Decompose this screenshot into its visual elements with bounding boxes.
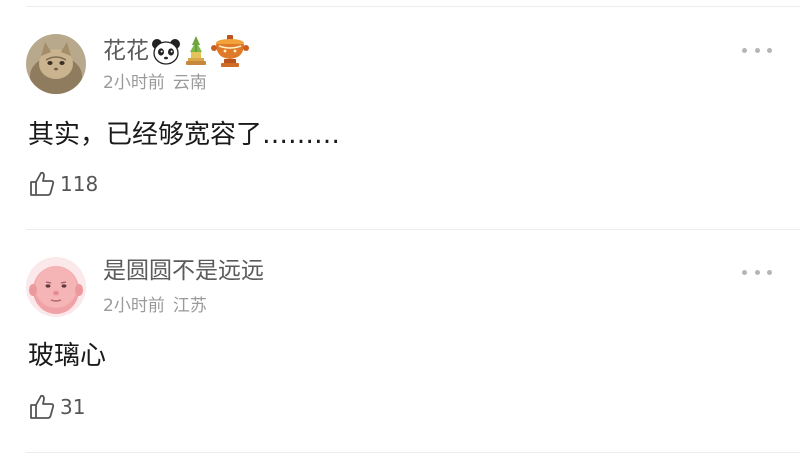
divider-bottom	[26, 452, 800, 453]
like-count: 31	[60, 395, 86, 419]
comment-feed: 花花 2小时前 云南 其实，已经够宽容了……… 118 是圆圆不是远远 2小时前…	[0, 0, 800, 459]
divider-top	[26, 6, 800, 7]
user-badges	[151, 33, 251, 69]
more-options-icon[interactable]	[742, 44, 772, 56]
more-options-icon[interactable]	[742, 266, 772, 278]
comment-time: 2小时前	[103, 73, 165, 93]
comment-meta: 2小时前 云南	[103, 72, 207, 94]
like-button[interactable]: 31	[28, 393, 85, 421]
like-count: 118	[60, 172, 99, 196]
panda-emoji-icon	[152, 39, 180, 65]
comment-time: 2小时前	[103, 296, 165, 316]
comment-text: 其实，已经够宽容了………	[28, 120, 341, 150]
pine-decoration-icon	[186, 36, 206, 65]
comment-meta: 2小时前 江苏	[103, 295, 207, 317]
thumbs-up-icon[interactable]	[28, 170, 56, 198]
username-text[interactable]: 花花	[103, 37, 149, 65]
comment-location: 江苏	[172, 296, 207, 316]
username[interactable]: 花花	[103, 33, 251, 69]
username-text[interactable]: 是圆圆不是远远	[103, 257, 264, 285]
cat-avatar[interactable]	[26, 34, 86, 94]
pink-face-avatar[interactable]	[26, 257, 86, 317]
thumbs-up-icon[interactable]	[28, 393, 56, 421]
like-button[interactable]: 118	[28, 170, 98, 198]
divider-middle	[26, 229, 800, 230]
comment-location: 云南	[172, 73, 207, 93]
hotpot-badge-icon	[211, 35, 249, 67]
username[interactable]: 是圆圆不是远远	[103, 257, 264, 285]
comment-text: 玻璃心	[28, 341, 107, 371]
